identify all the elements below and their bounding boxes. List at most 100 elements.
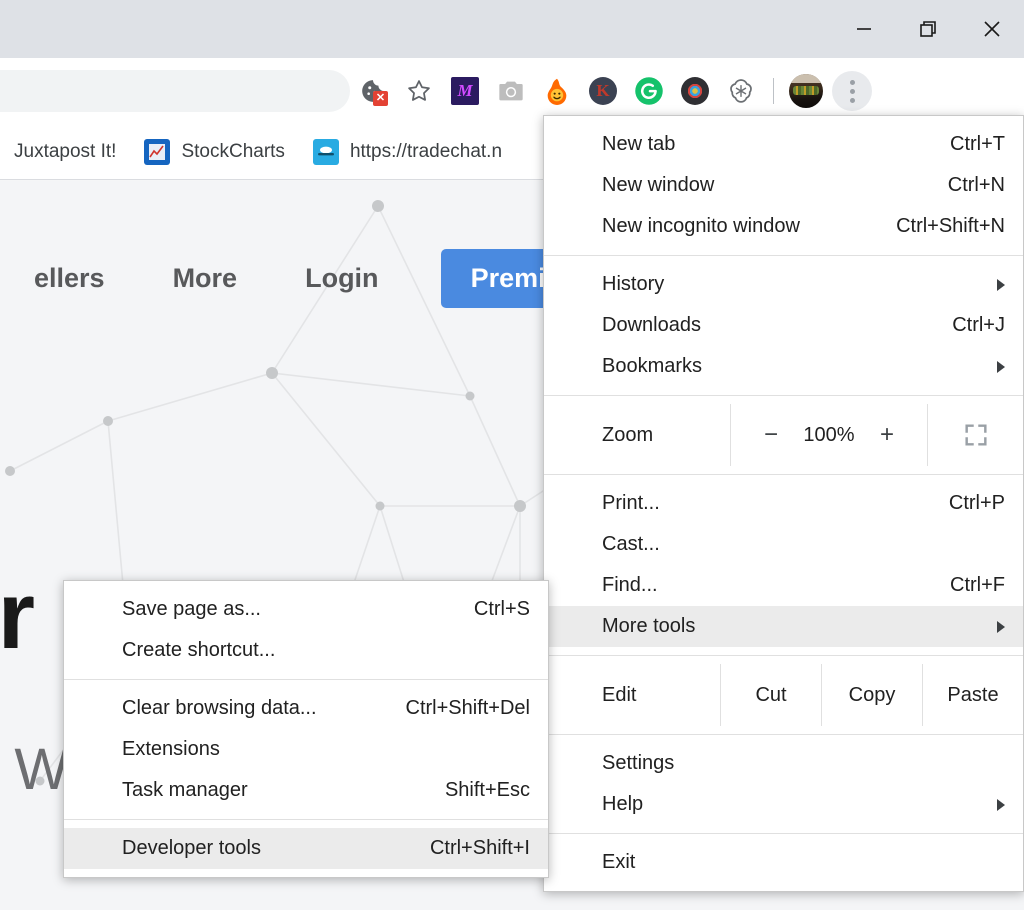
menu-item-extensions[interactable]: Extensions (64, 729, 548, 770)
fullscreen-button[interactable] (928, 404, 1023, 466)
menu-group: History Downloads Ctrl+J Bookmarks (544, 264, 1023, 387)
menu-item-more-tools[interactable]: More tools (544, 606, 1023, 647)
menu-group: New tab Ctrl+T New window Ctrl+N New inc… (544, 124, 1023, 247)
chevron-right-icon (997, 621, 1005, 633)
menu-separator (544, 474, 1023, 475)
address-bar[interactable] (0, 70, 350, 112)
edit-label: Edit (544, 664, 720, 726)
menu-item-shortcut: Ctrl+J (916, 314, 1005, 337)
menu-item-shortcut: Ctrl+P (913, 492, 1005, 515)
browser-window: ✕ M (0, 0, 1024, 910)
menu-group: Print... Ctrl+P Cast... Find... Ctrl+F M… (544, 483, 1023, 647)
menu-item-new-incognito-window[interactable]: New incognito window Ctrl+Shift+N (544, 206, 1023, 247)
menu-item-shortcut: Ctrl+F (914, 574, 1005, 597)
menu-item-new-window[interactable]: New window Ctrl+N (544, 165, 1023, 206)
menu-item-label: New incognito window (602, 215, 800, 238)
minimize-button[interactable] (832, 0, 896, 58)
bookmark-star-icon[interactable] (396, 58, 442, 124)
fullscreen-icon (962, 421, 990, 449)
cut-button[interactable]: Cut (720, 664, 821, 726)
menu-separator (544, 833, 1023, 834)
menu-item-label: History (602, 273, 664, 296)
nav-link-sellers[interactable]: ellers (0, 263, 139, 294)
bookmark-label: Juxtapost It! (14, 141, 116, 163)
menu-item-shortcut: Ctrl+Shift+Del (370, 697, 531, 720)
zoom-controls: − 100% + (730, 404, 928, 466)
menu-item-developer-tools[interactable]: Developer tools Ctrl+Shift+I (64, 828, 548, 869)
menu-item-label: Find... (602, 574, 658, 597)
menu-item-cast[interactable]: Cast... (544, 524, 1023, 565)
bookmark-label: StockCharts (181, 141, 284, 163)
menu-item-shortcut: Ctrl+N (912, 174, 1005, 197)
menu-group: Save page as... Ctrl+S Create shortcut..… (64, 589, 548, 671)
menu-item-bookmarks[interactable]: Bookmarks (544, 346, 1023, 387)
menu-group: Developer tools Ctrl+Shift+I (64, 828, 548, 869)
menu-item-label: Save page as... (122, 598, 261, 621)
menu-group: Settings Help (544, 743, 1023, 825)
menu-item-label: More tools (602, 615, 695, 638)
menu-item-clear-browsing-data[interactable]: Clear browsing data... Ctrl+Shift+Del (64, 688, 548, 729)
zoom-out-button[interactable]: − (764, 421, 778, 449)
menu-item-label: Developer tools (122, 837, 261, 860)
zoom-label: Zoom (544, 404, 730, 466)
toolbar-divider (773, 78, 774, 104)
menu-item-label: Exit (602, 851, 635, 874)
restore-button[interactable] (896, 0, 960, 58)
menu-zoom-row: Zoom − 100% + (544, 404, 1023, 466)
zoom-level-value: 100% (800, 424, 858, 447)
stockcharts-icon (144, 139, 170, 165)
window-controls (832, 0, 1024, 58)
menu-item-label: Print... (602, 492, 660, 515)
menu-separator (544, 655, 1023, 656)
chevron-right-icon (997, 279, 1005, 291)
menu-item-label: Task manager (122, 779, 248, 802)
menu-item-downloads[interactable]: Downloads Ctrl+J (544, 305, 1023, 346)
page-subheadline: e W (0, 736, 69, 803)
page-headline: or (0, 561, 34, 671)
menu-item-label: Create shortcut... (122, 639, 275, 662)
menu-item-shortcut: Ctrl+Shift+N (860, 215, 1005, 238)
menu-item-task-manager[interactable]: Task manager Shift+Esc (64, 770, 548, 811)
menu-separator (544, 255, 1023, 256)
nav-link-more[interactable]: More (139, 263, 272, 294)
menu-item-label: Downloads (602, 314, 701, 337)
menu-item-save-page-as[interactable]: Save page as... Ctrl+S (64, 589, 548, 630)
cookie-blocked-icon[interactable]: ✕ (350, 58, 396, 124)
extension-camera-icon[interactable] (488, 58, 534, 124)
extension-mm-icon[interactable]: M (442, 58, 488, 124)
menu-item-print[interactable]: Print... Ctrl+P (544, 483, 1023, 524)
menu-item-label: Help (602, 793, 643, 816)
menu-item-label: Extensions (122, 738, 220, 761)
menu-item-label: Clear browsing data... (122, 697, 317, 720)
menu-item-label: New tab (602, 133, 675, 156)
copy-button[interactable]: Copy (821, 664, 922, 726)
menu-item-label: Bookmarks (602, 355, 702, 378)
tradechat-icon (313, 139, 339, 165)
menu-group: Clear browsing data... Ctrl+Shift+Del Ex… (64, 688, 548, 811)
menu-item-new-tab[interactable]: New tab Ctrl+T (544, 124, 1023, 165)
menu-item-label: New window (602, 174, 714, 197)
menu-item-history[interactable]: History (544, 264, 1023, 305)
menu-item-label: Settings (602, 752, 674, 775)
chrome-main-menu: New tab Ctrl+T New window Ctrl+N New inc… (543, 115, 1024, 892)
menu-item-label: Cast... (602, 533, 660, 556)
menu-item-help[interactable]: Help (544, 784, 1023, 825)
kebab-icon[interactable] (832, 71, 872, 111)
zoom-in-button[interactable]: + (880, 421, 894, 449)
bookmark-item[interactable]: Juxtapost It! (0, 141, 130, 163)
chevron-right-icon (997, 799, 1005, 811)
menu-item-settings[interactable]: Settings (544, 743, 1023, 784)
menu-item-find[interactable]: Find... Ctrl+F (544, 565, 1023, 606)
menu-separator (544, 395, 1023, 396)
bookmark-item[interactable]: StockCharts (130, 139, 298, 165)
close-button[interactable] (960, 0, 1024, 58)
menu-item-shortcut: Ctrl+S (438, 598, 530, 621)
menu-item-shortcut: Shift+Esc (409, 779, 530, 802)
bookmark-item[interactable]: https://tradechat.n (299, 139, 516, 165)
blocked-badge-icon: ✕ (373, 91, 388, 106)
menu-item-exit[interactable]: Exit (544, 842, 1023, 883)
paste-button[interactable]: Paste (922, 664, 1023, 726)
menu-item-shortcut: Ctrl+Shift+I (394, 837, 530, 860)
nav-link-login[interactable]: Login (271, 263, 412, 294)
menu-item-create-shortcut[interactable]: Create shortcut... (64, 630, 548, 671)
